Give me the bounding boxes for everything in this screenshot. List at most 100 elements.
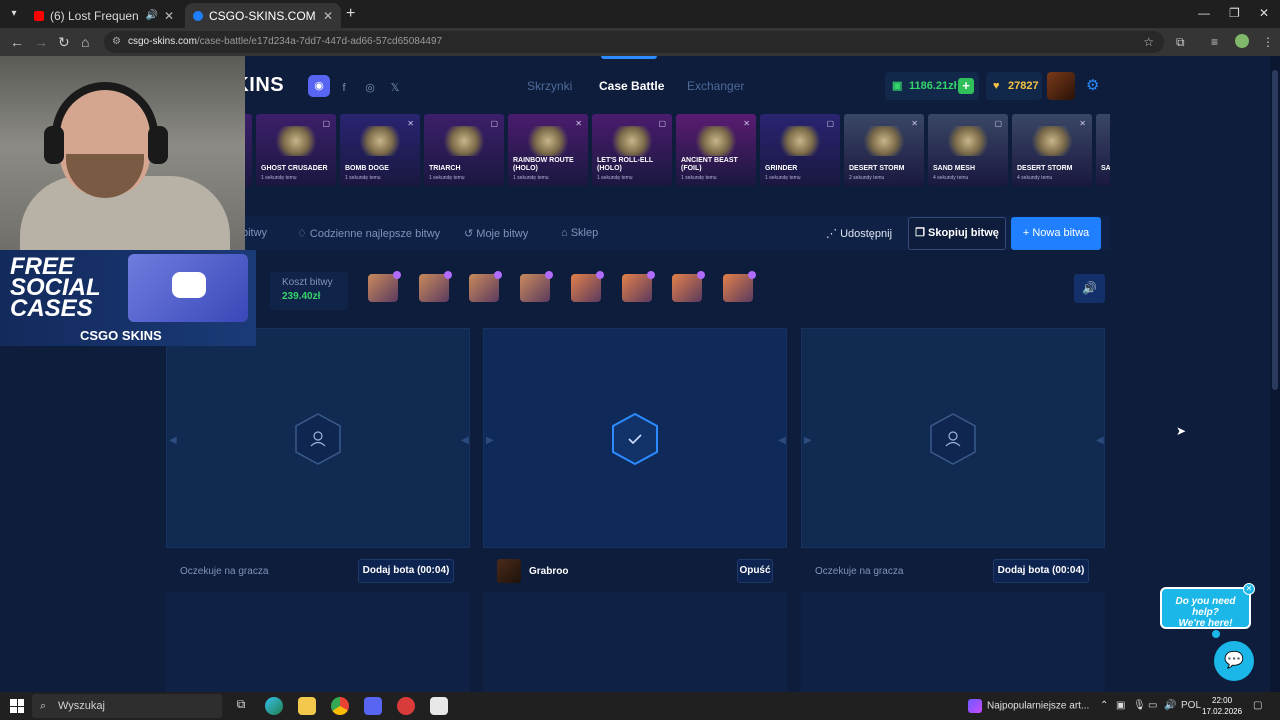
back-icon[interactable]: ← — [10, 34, 24, 50]
discord-icon[interactable]: ◉ — [308, 75, 330, 97]
live-drop-card[interactable]: ▢ TRIARCH 1 sekundę temu — [424, 114, 504, 186]
leave-button[interactable]: Opuść — [737, 559, 773, 583]
speaker-icon[interactable]: 🔊 — [145, 10, 157, 21]
user-avatar[interactable] — [1047, 72, 1075, 100]
nav-case-battle[interactable]: Case Battle — [599, 79, 664, 93]
browser-tab-youtube[interactable]: (6) Lost Frequencies & Bastille 🔊 ✕ — [26, 3, 182, 28]
tray-volume-icon[interactable]: 🔊 — [1164, 700, 1176, 711]
tab-title: CSGO-SKINS.COM - Najlepsze Skrzynki — [209, 8, 317, 23]
battle-case-icon[interactable] — [520, 271, 554, 302]
minimize-icon[interactable]: — — [1198, 6, 1210, 20]
edge-icon[interactable] — [265, 697, 283, 715]
discord-app-icon[interactable] — [364, 697, 382, 715]
battle-case-icon[interactable] — [672, 271, 706, 302]
sound-toggle-icon[interactable]: 🔊 — [1074, 274, 1105, 303]
browser-tab-csgo[interactable]: CSGO-SKINS.COM - Najlepsze Skrzynki ✕ — [185, 3, 341, 28]
tab-search-icon[interactable]: ▾ — [6, 6, 22, 22]
reload-icon[interactable]: ↻ — [58, 34, 70, 51]
nav-exchanger[interactable]: Exchanger — [687, 79, 744, 93]
chrome-icon[interactable] — [331, 697, 349, 715]
chevron-right-icon: ▶ — [804, 435, 812, 446]
browser-tabstrip: ▾ (6) Lost Frequencies & Bastille 🔊 ✕ CS… — [0, 0, 1280, 28]
restore-icon[interactable]: ❐ — [1229, 6, 1240, 20]
deposit-plus-button[interactable]: + — [958, 78, 974, 94]
live-drop-card[interactable]: ▢SA — [1096, 114, 1110, 186]
browser-menu-icon[interactable]: ⋮ — [1262, 35, 1274, 49]
drop-time: 1 sekundę temu — [429, 175, 465, 181]
live-drop-card[interactable]: ✕ BOMB DOGE 1 sekundę temu — [340, 114, 420, 186]
battle-case-icon[interactable] — [469, 271, 503, 302]
facebook-icon[interactable]: f — [334, 78, 354, 98]
tray-camera-icon[interactable]: ▣ — [1116, 700, 1125, 711]
taskbar-clock[interactable]: 22:00 17.02.2026 — [1202, 695, 1242, 717]
settings-gear-icon[interactable]: ⚙ — [1086, 76, 1099, 94]
battle-case-icon[interactable] — [368, 271, 401, 302]
youtube-favicon-icon — [34, 10, 44, 21]
drop-time: 4 sekundy temu — [933, 175, 969, 181]
address-bar[interactable]: ⚙ csgo-skins.com/case-battle/e17d234a-7d… — [104, 31, 1164, 53]
live-drop-card[interactable]: ▢ GHOST CRUSADER 1 sekundę temu — [256, 114, 336, 186]
media-control-icon[interactable]: ≡ — [1211, 35, 1218, 49]
news-label: Najpopularniejsze art... — [987, 700, 1090, 712]
drop-item-image — [692, 126, 740, 156]
profile-avatar-icon[interactable] — [1235, 34, 1249, 48]
tray-mic-icon[interactable]: 🎙 — [1133, 700, 1146, 711]
file-explorer-icon[interactable] — [298, 697, 316, 715]
live-drop-card[interactable]: ✕ ANCIENT BEAST (FOIL) 1 sekundę temu — [676, 114, 756, 186]
share-button[interactable]: ⋰ Udostępnij — [826, 227, 892, 240]
battle-case-icon[interactable] — [418, 271, 452, 302]
heart-coin-icon: ♥ — [993, 80, 1000, 92]
tray-language[interactable]: POL — [1181, 700, 1201, 711]
windows-start-icon[interactable] — [10, 699, 24, 713]
help-line-1: Do you need help? — [1175, 596, 1236, 618]
live-drop-card[interactable]: ▢ SAND MESH 4 sekundy temu — [928, 114, 1008, 186]
copy-battle-button[interactable]: ❐ Skopiuj bitwę — [908, 217, 1006, 250]
live-drop-card[interactable]: ✕ RAINBOW ROUTE (HOLO) 1 sekundę temu — [508, 114, 588, 186]
close-tab-icon[interactable]: ✕ — [164, 9, 174, 23]
help-close-icon[interactable]: ✕ — [1243, 583, 1255, 595]
x-twitter-icon[interactable]: 𝕏 — [385, 78, 405, 98]
plus-icon: + — [1022, 227, 1033, 239]
new-tab-icon[interactable]: + — [346, 5, 355, 23]
add-bot-button[interactable]: Dodaj bota (00:04) — [358, 559, 454, 583]
task-view-icon[interactable]: ⧉ — [232, 697, 250, 715]
live-drop-card[interactable]: ✕ DESERT STORM 4 sekundy temu — [1012, 114, 1092, 186]
new-battle-button[interactable]: + Nowa bitwa — [1011, 217, 1101, 250]
chat-bubble-icon[interactable]: 💬 — [1214, 641, 1254, 681]
instagram-icon[interactable]: ◎ — [360, 78, 380, 98]
help-bubble[interactable]: Do you need help? We're here! — [1160, 587, 1251, 629]
tray-network-icon[interactable]: ▭ — [1148, 700, 1157, 711]
player-avatar — [497, 559, 521, 583]
scrollbar-thumb[interactable] — [1272, 70, 1278, 390]
live-drop-card[interactable]: ▢ LET'S ROLL-ELL (HOLO) 1 sekundę temu — [592, 114, 672, 186]
extensions-icon[interactable]: ⧉ — [1176, 35, 1185, 50]
drop-time: 2 sekundy temu — [849, 175, 885, 181]
active-app-icon[interactable] — [430, 697, 448, 715]
player-slot-1: ◀ ◀ — [166, 328, 470, 548]
home-icon[interactable]: ⌂ — [81, 34, 89, 50]
battle-case-icon[interactable] — [570, 271, 604, 302]
site-info-icon[interactable]: ⚙ — [112, 31, 121, 53]
battle-case-icon[interactable] — [621, 271, 655, 302]
live-drop-card[interactable]: ▢ GRINDER 1 sekundę temu — [760, 114, 840, 186]
streamer-webcam — [0, 56, 245, 256]
bookmark-star-icon[interactable]: ☆ — [1143, 31, 1154, 53]
subnav-shop[interactable]: ⌂ Sklep — [561, 227, 598, 239]
subnav-my-battles[interactable]: ↺ Moje bitwy — [464, 227, 528, 240]
forward-icon[interactable]: → — [34, 34, 48, 50]
close-window-icon[interactable]: ✕ — [1259, 6, 1269, 20]
live-drop-card[interactable]: ✕ DESERT STORM 2 sekundy temu — [844, 114, 924, 186]
page-scrollbar[interactable] — [1270, 56, 1280, 692]
taskbar-search[interactable]: ⌕ Wyszukaj — [32, 694, 222, 718]
close-tab-icon[interactable]: ✕ — [323, 9, 333, 23]
add-bot-button[interactable]: Dodaj bota (00:04) — [993, 559, 1089, 583]
subnav-daily-best[interactable]: ♢ Codzienne najlepsze bitwy — [297, 227, 440, 240]
battle-case-icon[interactable] — [722, 271, 756, 302]
nav-skrzynki[interactable]: Skrzynki — [527, 79, 572, 93]
app-icon[interactable] — [397, 697, 415, 715]
chevron-right-icon: ▶ — [486, 435, 494, 446]
tray-chevron-icon[interactable]: ⌃ — [1100, 700, 1108, 711]
notifications-icon[interactable]: ▢ — [1253, 700, 1262, 711]
news-widget[interactable]: Najpopularniejsze art... — [968, 699, 1089, 713]
subnav-battles[interactable]: bitwy — [242, 227, 267, 239]
